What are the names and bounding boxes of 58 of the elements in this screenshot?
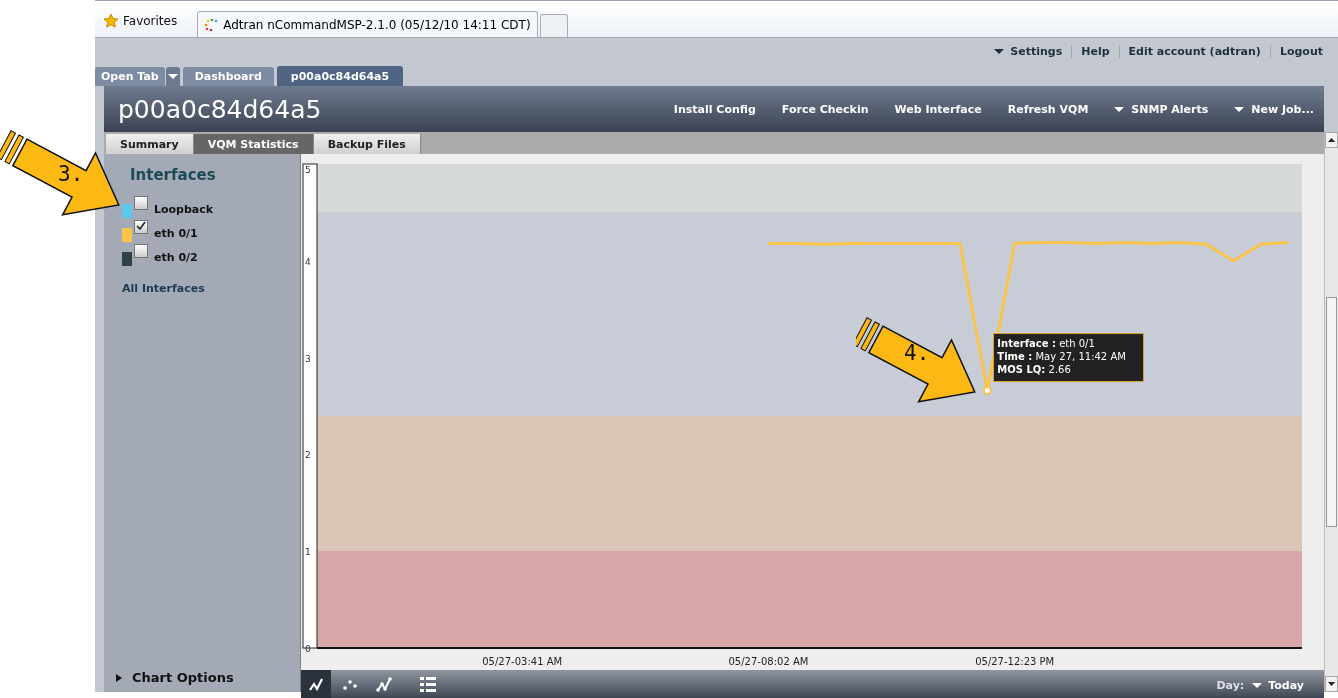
interface-label: Loopback [154,202,214,216]
action-link[interactable]: Refresh VQM [1007,102,1089,116]
action-link[interactable]: New Job... [1234,102,1314,116]
down-arrow-icon [1328,682,1335,686]
sidebar-heading: Interfaces [130,166,217,184]
callout-number: 4. [904,341,930,365]
user-link[interactable]: Logout [1269,44,1332,58]
checkbox[interactable] [134,196,148,210]
sub-tab[interactable]: VQM Statistics [193,134,314,154]
action-link[interactable]: SNMP Alerts [1114,102,1209,116]
app-tab[interactable]: p00a0c84d64a5 [276,66,404,86]
app-tab[interactable]: Open Tab [95,67,165,86]
axis-tick-label: 0 [305,644,311,654]
line-points-icon [375,676,393,694]
favorites-button[interactable]: Favorites [95,13,198,37]
axis-tick-label: 4 [305,256,311,267]
axis-tick-label: 5 [305,165,311,175]
axis-tick-label: 05/27-12:23 PM [975,656,1055,667]
sub-tab[interactable]: Backup Files [313,134,421,154]
dropdown-button[interactable] [165,67,180,86]
sub-tab[interactable]: Summary [106,134,194,154]
checkbox[interactable] [134,220,148,234]
caret-icon [1252,682,1263,688]
app-tab[interactable]: Dashboard [182,67,274,86]
action-link[interactable]: Web Interface [894,102,982,116]
dots-icon [204,17,219,32]
day-label: Day: [1216,678,1245,692]
up-arrow-icon [1328,138,1335,142]
expand-triangle-icon [116,673,122,682]
axis-tick-label: 05/27-03:41 AM [482,656,563,667]
check-icon [136,221,146,231]
tooltip-line: MOS LQ: 2.66 [997,362,1072,376]
browser-tab[interactable]: Adtran nCommandMSP-2.1.0 (05/12/10 14:11 CDT) [197,11,538,37]
action-link[interactable]: Force Checkin [781,102,869,116]
axis-tick-label: 1 [305,547,311,558]
tooltip-line: Interface : eth 0/1 [997,336,1096,350]
axis-tick-label: 3 [305,353,311,364]
tooltip-line: Time : May 27, 11:42 AM [997,349,1126,363]
user-link[interactable]: Edit account (adtran) [1118,44,1270,58]
list-icon [419,676,437,694]
axis-tick-label: 05/27-08:02 AM [728,656,809,667]
user-link[interactable]: Settings [985,44,1072,58]
day-dropdown[interactable]: Today [1252,678,1304,692]
interface-label: eth 0/2 [154,250,198,264]
device-title: p00a0c84d64a5 [118,94,322,124]
scroll-thumb[interactable] [1326,297,1337,527]
all-interfaces-link[interactable]: All Interfaces [122,282,300,295]
checkbox[interactable] [134,244,148,258]
interface-label: eth 0/1 [154,226,198,240]
callout-number: 3. [58,162,84,186]
scrollbar[interactable] [1324,132,1338,692]
chart-options-toggle[interactable]: Chart Options [116,670,300,685]
user-link[interactable]: Help [1071,44,1119,58]
star-icon [103,13,119,29]
axis-tick-label: 2 [305,450,311,461]
action-link[interactable]: Install Config [673,102,756,116]
view-button[interactable] [301,670,331,698]
data-point-marker [982,386,992,395]
